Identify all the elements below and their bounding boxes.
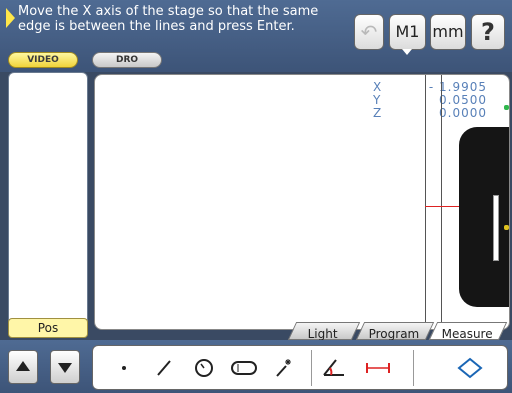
tab-measure[interactable]: Measure	[428, 322, 508, 341]
slot-icon	[231, 361, 257, 375]
distance-icon	[366, 363, 390, 373]
angle-button[interactable]	[317, 352, 351, 384]
feature-list-panel[interactable]	[8, 72, 88, 338]
alignment-line-left	[425, 75, 426, 329]
alignment-line-right	[441, 75, 442, 329]
slot-button[interactable]	[227, 352, 261, 384]
arrow-up-icon	[16, 361, 30, 371]
axis-labels: X Y Z	[373, 81, 381, 120]
bottom-toolbar	[0, 340, 512, 393]
line-button[interactable]	[147, 352, 181, 384]
m1-indicator	[402, 49, 412, 55]
undo-icon: ↶	[360, 20, 378, 44]
axis-value-z: 0.0000	[439, 106, 487, 120]
units-button[interactable]: mm	[430, 14, 466, 50]
toolbar-divider	[311, 350, 312, 386]
auto-feature-icon	[276, 359, 291, 377]
crosshair-marker	[425, 206, 459, 207]
axis-values: - 1.9905 0.0500 0.0000	[429, 81, 487, 120]
arrow-down-icon	[58, 363, 72, 373]
video-view[interactable]: X Y Z - 1.9905 0.0500 0.0000	[94, 74, 510, 330]
pos-button[interactable]: Pos	[8, 318, 88, 338]
scroll-up-button[interactable]	[8, 350, 38, 384]
prompt-message: Move the X axis of the stage so that the…	[18, 4, 319, 34]
point-button[interactable]	[107, 352, 141, 384]
circle-button[interactable]	[187, 352, 221, 384]
rectangle-icon	[457, 357, 483, 379]
dro-mode-button[interactable]: DRO	[92, 52, 162, 68]
measure-feature-bar	[92, 345, 508, 390]
scroll-down-button[interactable]	[50, 350, 80, 384]
m1-button[interactable]: M1	[389, 14, 426, 50]
circle-icon	[195, 359, 213, 377]
m1-label: M1	[395, 22, 420, 41]
video-mode-button[interactable]: VIDEO	[8, 52, 78, 68]
undo-button[interactable]: ↶	[354, 14, 384, 50]
help-label: ?	[481, 18, 495, 46]
part-edge-highlight	[493, 195, 499, 261]
toolbar-divider	[413, 350, 414, 386]
distance-button[interactable]	[361, 352, 395, 384]
auto-feature-button[interactable]	[267, 352, 301, 384]
status-dot-yellow	[504, 225, 509, 230]
units-label: mm	[432, 22, 464, 41]
prompt-arrow-icon	[6, 8, 15, 28]
help-button[interactable]: ?	[471, 14, 505, 50]
tab-light[interactable]: Light	[287, 322, 361, 341]
part-image	[459, 127, 509, 307]
point-icon	[122, 366, 126, 370]
axis-label-z: Z	[373, 106, 382, 120]
angle-icon	[323, 359, 344, 376]
tab-program[interactable]: Program	[355, 322, 435, 341]
status-dot-green	[504, 105, 509, 110]
line-icon	[157, 360, 171, 376]
rectangle-button[interactable]	[453, 352, 487, 384]
top-banner: Move the X axis of the stage so that the…	[0, 0, 512, 72]
